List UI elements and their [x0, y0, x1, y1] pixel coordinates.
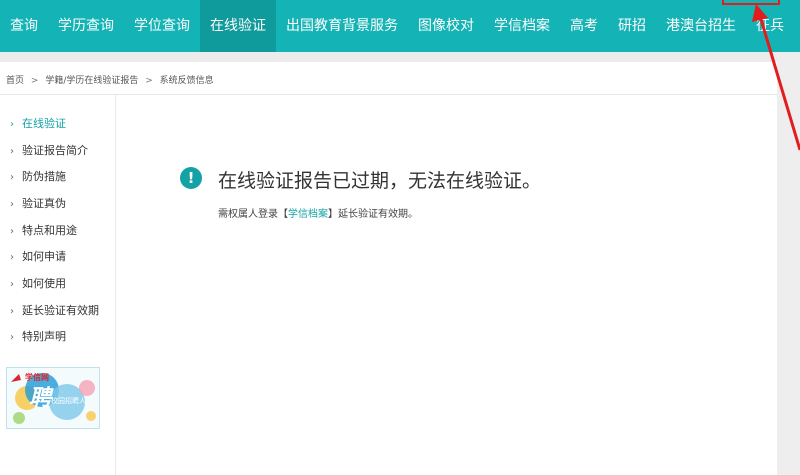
page: 查询 学历查询 学位查询 在线验证 出国教育背景服务 图像校对 学信档案 高考 … [0, 0, 800, 475]
annotation-arrow-icon [752, 4, 800, 151]
